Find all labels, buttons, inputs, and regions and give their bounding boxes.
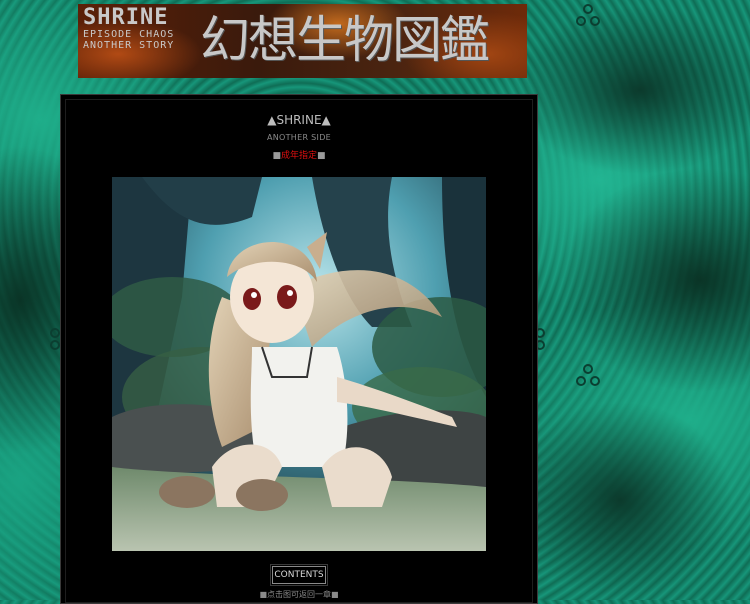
- artwork-image[interactable]: [112, 177, 486, 551]
- page-title-text: SHRINE: [276, 113, 322, 127]
- content-panel: ▲SHRINE▲ ANOTHER SIDE ■成年指定■ CONTENTS ■点…: [60, 94, 538, 604]
- page-subtitle: ANOTHER SIDE: [266, 133, 332, 142]
- footer-note: ■点击图可返回一章■: [259, 590, 339, 599]
- adult-warning: ■成年指定■: [61, 148, 537, 161]
- japanese-title: 幻想生物図鑑: [200, 11, 490, 69]
- triangle-up-icon: ▲: [321, 113, 331, 127]
- site-header-banner: SHRINE EPISODE CHAOS ANOTHER STORY 幻想生物図…: [78, 4, 527, 78]
- flower-deco-icon: [50, 328, 60, 350]
- shrine-logo: SHRINE EPISODE CHAOS ANOTHER STORY: [83, 5, 175, 52]
- logo-title: SHRINE: [83, 5, 169, 30]
- flower-deco-icon: [576, 364, 600, 386]
- contents-button[interactable]: CONTENTS: [270, 564, 328, 586]
- square-marker-icon: ■: [272, 151, 281, 161]
- logo-episode: EPISODE CHAOS: [83, 29, 175, 40]
- illustration-girl-in-forest-icon: [112, 177, 486, 551]
- logo-another-story: ANOTHER STORY: [83, 40, 175, 51]
- square-marker-icon: ■: [317, 151, 326, 161]
- adult-warning-text: 成年指定: [280, 151, 317, 161]
- page-title: ▲SHRINE▲: [61, 113, 537, 127]
- flower-deco-icon: [576, 4, 600, 26]
